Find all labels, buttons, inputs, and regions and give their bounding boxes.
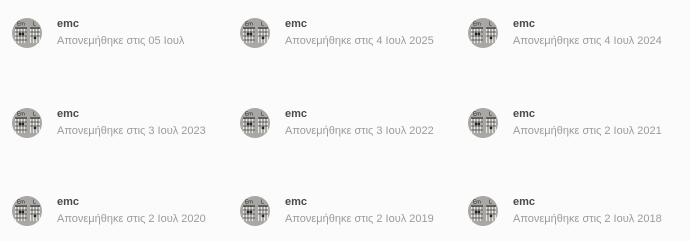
svg-text:L: L <box>33 199 36 205</box>
award-item[interactable]: Em L emc Απονεμήθηκε στις 2 Ιουλ 2020 <box>12 195 206 226</box>
avatar: Em L <box>12 195 42 226</box>
award-name: emc <box>513 18 536 30</box>
award-item[interactable]: Em L emc Απονεμήθηκε στις 2 Ιουλ 2019 <box>240 195 434 226</box>
avatar: Em L <box>468 107 498 138</box>
award-item[interactable]: Em L emc Απονεμήθηκε στις 05 Ιουλ <box>12 17 184 48</box>
award-name: emc <box>57 18 80 30</box>
award-name: emc <box>285 18 308 30</box>
svg-text:Em: Em <box>17 21 25 27</box>
chord-diagram-icon: Em L <box>240 17 270 48</box>
award-name: emc <box>285 196 308 208</box>
award-date: Απονεμήθηκε στις 2 Ιουλ 2018 <box>513 213 662 225</box>
svg-text:Em: Em <box>473 199 481 205</box>
award-text: emc Απονεμήθηκε στις 05 Ιουλ <box>57 17 184 48</box>
award-text: emc Απονεμήθηκε στις 3 Ιουλ 2023 <box>57 107 206 138</box>
award-text: emc Απονεμήθηκε στις 2 Ιουλ 2018 <box>513 195 662 226</box>
award-date: Απονεμήθηκε στις 3 Ιουλ 2023 <box>57 125 206 137</box>
avatar: Em L <box>468 195 498 226</box>
svg-text:L: L <box>33 111 36 117</box>
award-date: Απονεμήθηκε στις 3 Ιουλ 2022 <box>285 125 434 137</box>
award-text: emc Απονεμήθηκε στις 4 Ιουλ 2024 <box>513 17 662 48</box>
svg-text:Em: Em <box>245 199 253 205</box>
award-text: emc Απονεμήθηκε στις 2 Ιουλ 2021 <box>513 107 662 138</box>
award-item[interactable]: Em L emc Απονεμήθηκε στις 3 Ιουλ 2022 <box>240 107 434 138</box>
svg-text:Em: Em <box>473 21 481 27</box>
award-item[interactable]: Em L emc Απονεμήθηκε στις 4 Ιουλ 2025 <box>240 17 434 48</box>
award-name: emc <box>57 196 80 208</box>
svg-text:L: L <box>489 199 492 205</box>
svg-text:L: L <box>489 21 492 27</box>
award-item[interactable]: Em L emc Απονεμήθηκε στις 2 Ιουλ 2021 <box>468 107 662 138</box>
award-item[interactable]: Em L emc Απονεμήθηκε στις 4 Ιουλ 2024 <box>468 17 662 48</box>
awards-grid: Em L emc Απονεμήθηκε στις 05 Ιουλ Em L em… <box>0 0 690 241</box>
award-name: emc <box>57 108 80 120</box>
award-date: Απονεμήθηκε στις 2 Ιουλ 2019 <box>285 213 434 225</box>
award-date: Απονεμήθηκε στις 2 Ιουλ 2021 <box>513 125 662 137</box>
svg-text:L: L <box>489 111 492 117</box>
chord-diagram-icon: Em L <box>468 107 498 138</box>
award-date: Απονεμήθηκε στις 05 Ιουλ <box>57 35 185 47</box>
svg-text:L: L <box>261 199 264 205</box>
avatar: Em L <box>468 17 498 48</box>
award-item[interactable]: Em L emc Απονεμήθηκε στις 2 Ιουλ 2018 <box>468 195 662 226</box>
award-text: emc Απονεμήθηκε στις 4 Ιουλ 2025 <box>285 17 434 48</box>
award-text: emc Απονεμήθηκε στις 2 Ιουλ 2020 <box>57 195 206 226</box>
award-text: emc Απονεμήθηκε στις 3 Ιουλ 2022 <box>285 107 434 138</box>
award-name: emc <box>513 108 536 120</box>
award-date: Απονεμήθηκε στις 2 Ιουλ 2020 <box>57 213 206 225</box>
avatar: Em L <box>240 195 270 226</box>
chord-diagram-icon: Em L <box>12 17 42 48</box>
award-date: Απονεμήθηκε στις 4 Ιουλ 2025 <box>285 35 434 47</box>
avatar: Em L <box>12 107 42 138</box>
chord-diagram-icon: Em L <box>240 107 270 138</box>
svg-text:Em: Em <box>245 111 253 117</box>
award-name: emc <box>285 108 308 120</box>
chord-diagram-icon: Em L <box>12 195 42 226</box>
avatar: Em L <box>240 107 270 138</box>
svg-text:Em: Em <box>473 111 481 117</box>
chord-diagram-icon: Em L <box>240 195 270 226</box>
svg-text:Em: Em <box>17 199 25 205</box>
award-date: Απονεμήθηκε στις 4 Ιουλ 2024 <box>513 35 662 47</box>
chord-diagram-icon: Em L <box>468 17 498 48</box>
svg-text:L: L <box>33 21 36 27</box>
chord-diagram-icon: Em L <box>468 195 498 226</box>
svg-text:Em: Em <box>245 21 253 27</box>
svg-text:L: L <box>261 21 264 27</box>
svg-text:L: L <box>261 111 264 117</box>
award-text: emc Απονεμήθηκε στις 2 Ιουλ 2019 <box>285 195 434 226</box>
award-item[interactable]: Em L emc Απονεμήθηκε στις 3 Ιουλ 2023 <box>12 107 206 138</box>
avatar: Em L <box>12 17 42 48</box>
chord-diagram-icon: Em L <box>12 107 42 138</box>
avatar: Em L <box>240 17 270 48</box>
award-name: emc <box>513 196 536 208</box>
svg-text:Em: Em <box>17 111 25 117</box>
